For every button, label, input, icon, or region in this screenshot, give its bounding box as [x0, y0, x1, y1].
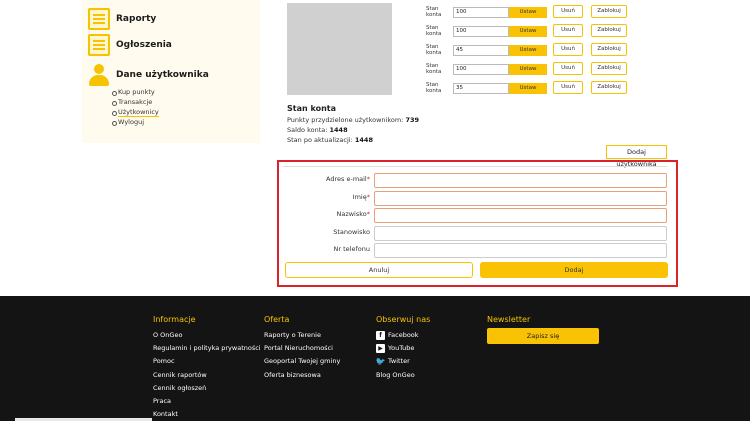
divider — [283, 166, 667, 167]
balance-after-update: Stan po aktualizacji: 1448 — [287, 136, 373, 144]
footer-link[interactable]: Cennik ogłoszeń — [153, 382, 261, 395]
set-button[interactable]: Ustaw — [509, 25, 547, 37]
phone-label: Nr telefonu — [333, 245, 370, 253]
footer-link[interactable]: Kontakt — [153, 408, 261, 421]
position-field[interactable] — [374, 226, 667, 241]
footer-link[interactable]: Regulamin i polityka prywatności — [153, 342, 261, 355]
footer-link[interactable]: O OnGeo — [153, 329, 261, 342]
footer-oferta: Oferta Raporty o Terenie Portal Nierucho… — [264, 315, 340, 382]
account-balance-input[interactable]: 100 — [453, 63, 509, 75]
blog-link[interactable]: Blog OnGeo — [376, 369, 430, 382]
user-submenu: Kup punkty Transakcje Użytkownicy Wylogu… — [112, 87, 159, 127]
account-balance: Saldo konta: 1448 — [287, 126, 348, 134]
account-balance-input[interactable]: 45 — [453, 44, 509, 56]
account-row: Stan konta 100 Ustaw — [426, 63, 547, 75]
submit-button[interactable]: Dodaj — [480, 262, 668, 278]
set-button[interactable]: Ustaw — [509, 44, 547, 56]
add-user-button[interactable]: Dodaj użytkownika — [606, 145, 667, 168]
sidebar-item-ogloszenia[interactable]: Ogłoszenia — [88, 34, 172, 56]
remove-button[interactable]: Usuń — [553, 81, 583, 94]
footer-link[interactable]: Praca — [153, 395, 261, 408]
youtube-icon: ▶ — [376, 344, 385, 354]
submenu-uzytkownicy[interactable]: Użytkownicy — [112, 107, 159, 117]
newsletter-subscribe-button[interactable]: Zapisz się — [487, 328, 599, 344]
block-button[interactable]: Zablokuj — [591, 43, 627, 56]
footer-informacje: Informacje O OnGeo Regulamin i polityka … — [153, 315, 261, 421]
block-button[interactable]: Zablokuj — [591, 81, 627, 94]
set-button[interactable]: Ustaw — [509, 6, 547, 18]
remove-button[interactable]: Usuń — [553, 43, 583, 56]
block-button[interactable]: Zablokuj — [591, 24, 627, 37]
position-label: Stanowisko — [333, 228, 370, 236]
announcements-icon — [88, 34, 110, 56]
set-button[interactable]: Ustaw — [509, 82, 547, 94]
footer-link[interactable]: Cennik raportów — [153, 369, 261, 382]
sidebar-item-raporty[interactable]: Raporty — [88, 8, 156, 30]
remove-button[interactable]: Usuń — [553, 62, 583, 75]
sidebar-item-dane-uzytkownika[interactable]: Dane użytkownika — [88, 64, 209, 86]
set-button[interactable]: Ustaw — [509, 63, 547, 75]
email-field[interactable] — [374, 173, 667, 188]
user-icon — [88, 64, 110, 86]
reports-icon — [88, 8, 110, 30]
last-name-label: Nazwisko* — [336, 210, 370, 218]
account-row: Stan konta 100 Ustaw — [426, 6, 547, 18]
first-name-field[interactable] — [374, 191, 667, 206]
block-button[interactable]: Zablokuj — [591, 5, 627, 18]
cancel-button[interactable]: Anuluj — [285, 262, 473, 278]
footer-social: Obserwuj nas f Facebook ▶ YouTube 🐦 Twitter… — [376, 315, 431, 382]
sidebar: Raporty Ogłoszenia Dane użytkownika Kup … — [82, 0, 260, 143]
account-status-title: Stan konta — [287, 104, 336, 113]
user-photo-placeholder — [287, 3, 392, 95]
account-row: Stan konta 35 Ustaw — [426, 82, 547, 94]
page: Raporty Ogłoszenia Dane użytkownika Kup … — [0, 0, 750, 421]
submenu-wyloguj[interactable]: Wyloguj — [112, 117, 159, 127]
footer-link[interactable]: Portal Nieruchomości — [264, 342, 340, 355]
remove-button[interactable]: Usuń — [553, 5, 583, 18]
footer-link[interactable]: Geoportal Twojej gminy — [264, 355, 340, 368]
facebook-link[interactable]: f Facebook — [376, 329, 430, 342]
block-button[interactable]: Zablokuj — [591, 62, 627, 75]
twitter-link[interactable]: 🐦 Twitter — [376, 355, 430, 368]
sidebar-item-label: Dane użytkownika — [116, 70, 209, 80]
submenu-transakcje[interactable]: Transakcje — [112, 97, 159, 107]
footer-link[interactable]: Oferta biznesowa — [264, 369, 340, 382]
submenu-kup-punkty[interactable]: Kup punkty — [112, 87, 159, 97]
footer-link[interactable]: Pomoc — [153, 355, 261, 368]
account-row: Stan konta 100 Ustaw — [426, 25, 547, 37]
email-label: Adres e-mail* — [326, 175, 370, 183]
sidebar-item-label: Ogłoszenia — [116, 40, 172, 50]
account-balance-input[interactable]: 100 — [453, 6, 509, 18]
youtube-link[interactable]: ▶ YouTube — [376, 342, 430, 355]
account-row: Stan konta 45 Ustaw — [426, 44, 547, 56]
facebook-icon: f — [376, 331, 385, 341]
first-name-label: Imię* — [352, 193, 370, 201]
account-balance-input[interactable]: 100 — [453, 25, 509, 37]
twitter-icon: 🐦 — [375, 357, 386, 367]
sidebar-item-label: Raporty — [116, 14, 157, 24]
remove-button[interactable]: Usuń — [553, 24, 583, 37]
footer-newsletter: Newsletter — [487, 315, 531, 324]
footer-link[interactable]: Raporty o Terenie — [264, 329, 340, 342]
last-name-field[interactable] — [374, 208, 667, 223]
phone-field[interactable] — [374, 243, 667, 258]
points-assigned: Punkty przydzielone użytkownikom: 739 — [287, 116, 420, 124]
account-balance-input[interactable]: 35 — [453, 82, 509, 94]
